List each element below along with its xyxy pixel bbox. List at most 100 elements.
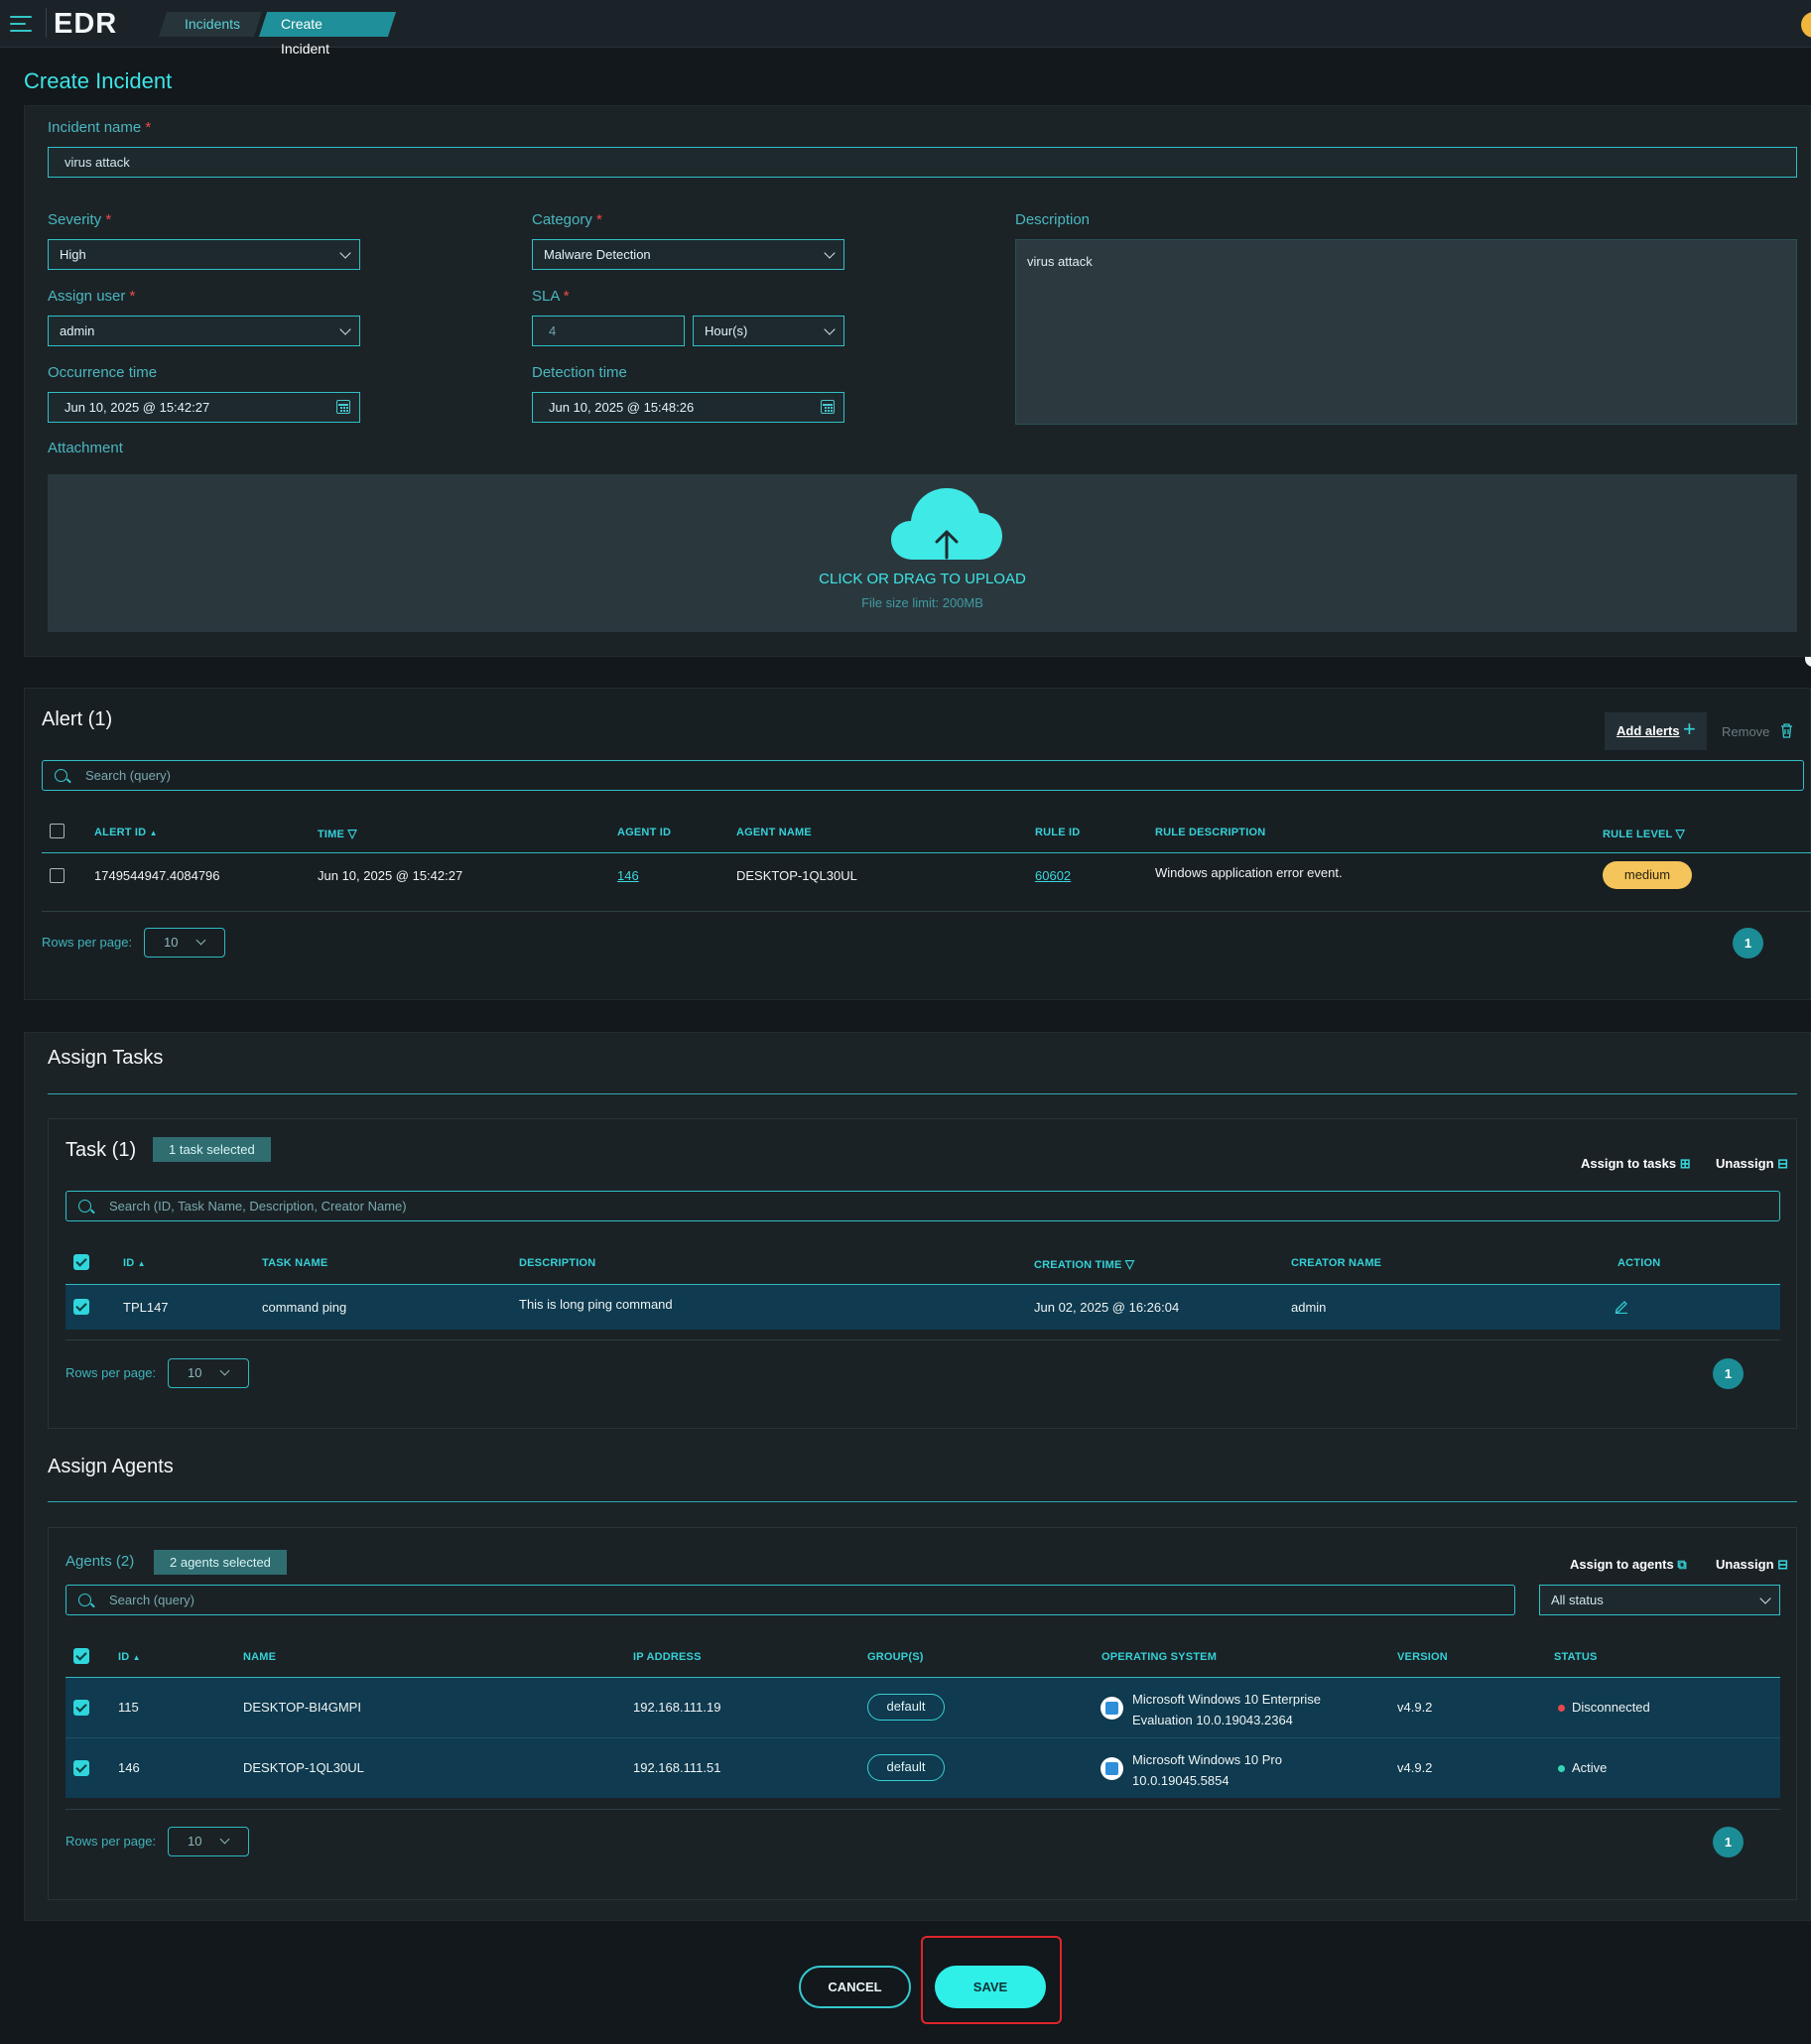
rows-per-page-label: Rows per page: <box>65 1834 157 1849</box>
ip-address-cell: 192.168.111.51 <box>633 1760 721 1775</box>
col-operating-system[interactable]: OPERATING SYSTEM <box>1101 1651 1217 1663</box>
col-alert-id[interactable]: ALERT ID ▲ <box>94 827 158 838</box>
agents-subpanel: Agents (2) 2 agents selected Assign to a… <box>48 1527 1797 1900</box>
category-select[interactable]: Malware Detection <box>532 239 844 270</box>
col-rule-description[interactable]: RULE DESCRIPTION <box>1155 827 1265 838</box>
assign-agents-title: Assign Agents <box>48 1456 174 1477</box>
table-row[interactable]: TPL147 command ping This is long ping co… <box>65 1285 1780 1330</box>
row-checkbox[interactable] <box>73 1760 89 1776</box>
group-badge: default <box>867 1694 945 1721</box>
select-all-checkbox[interactable] <box>73 1254 89 1270</box>
col-id[interactable]: ID ▲ <box>123 1257 146 1269</box>
table-row[interactable]: 1749544947.4084796 Jun 10, 2025 @ 15:42:… <box>42 853 1811 898</box>
search-icon <box>78 1594 91 1606</box>
alert-search-input[interactable]: Search (query) <box>42 760 1804 791</box>
row-checkbox[interactable] <box>73 1700 89 1716</box>
add-alerts-button[interactable]: Add alerts + <box>1605 712 1707 750</box>
col-time[interactable]: TIME ▽ <box>318 827 357 840</box>
table-row[interactable]: 115 DESKTOP-BI4GMPI 192.168.111.19 defau… <box>65 1678 1780 1737</box>
page-1-button[interactable]: 1 <box>1713 1827 1744 1857</box>
col-creation-time[interactable]: CREATION TIME ▽ <box>1034 1257 1134 1271</box>
col-version[interactable]: VERSION <box>1397 1651 1448 1663</box>
cancel-button[interactable]: CANCEL <box>799 1966 911 2008</box>
description-textarea[interactable]: virus attack <box>1015 239 1797 425</box>
unassign-agents-button[interactable]: Unassign ⊟ <box>1716 1557 1788 1573</box>
creation-time-cell: Jun 02, 2025 @ 16:26:04 <box>1034 1300 1180 1315</box>
incident-name-input[interactable]: virus attack <box>48 147 1797 178</box>
rule-id-link[interactable]: 60602 <box>1035 868 1071 883</box>
agent-id-cell: 146 <box>118 1760 140 1775</box>
edit-icon[interactable] <box>1615 1299 1628 1314</box>
col-description[interactable]: DESCRIPTION <box>519 1257 595 1269</box>
agent-id-link[interactable]: 146 <box>617 868 639 883</box>
breadcrumb-create-incident: Create Incident <box>258 12 397 57</box>
select-all-checkbox[interactable] <box>50 824 65 838</box>
task-search-input[interactable]: Search (ID, Task Name, Description, Crea… <box>65 1191 1780 1221</box>
severity-select[interactable]: High <box>48 239 360 270</box>
occurrence-time-input[interactable]: Jun 10, 2025 @ 15:42:27 <box>48 392 360 423</box>
rows-per-page-label: Rows per page: <box>65 1365 157 1380</box>
sla-value-input[interactable]: 4 <box>532 316 685 346</box>
agent-search-input[interactable]: Search (query) <box>65 1585 1515 1615</box>
col-id[interactable]: ID ▲ <box>118 1651 141 1663</box>
page-title: Create Incident <box>24 68 173 93</box>
sla-unit-select[interactable]: Hour(s) <box>693 316 844 346</box>
save-button[interactable]: SAVE <box>935 1966 1046 2008</box>
rows-per-page-select[interactable]: 10 <box>168 1827 249 1856</box>
avatar[interactable] <box>1801 12 1811 38</box>
agent-name-cell: DESKTOP-1QL30UL <box>243 1760 364 1775</box>
col-ip-address[interactable]: IP ADDRESS <box>633 1651 702 1663</box>
task-title: Task (1) <box>65 1139 137 1161</box>
col-rule-id[interactable]: RULE ID <box>1035 827 1080 838</box>
assign-icon: ⊞ <box>1679 1156 1691 1171</box>
assign-to-agents-button[interactable]: Assign to agents ⧉ <box>1570 1557 1687 1573</box>
page-1-button[interactable]: 1 <box>1713 1358 1744 1389</box>
col-agent-name[interactable]: AGENT NAME <box>736 827 812 838</box>
col-status[interactable]: STATUS <box>1554 1651 1598 1663</box>
col-task-name[interactable]: TASK NAME <box>262 1257 327 1269</box>
divider <box>42 911 1811 912</box>
unassign-tasks-button[interactable]: Unassign ⊟ <box>1716 1156 1788 1172</box>
page-1-button[interactable]: 1 <box>1733 928 1763 958</box>
calendar-icon[interactable] <box>336 400 350 414</box>
rows-per-page-select[interactable]: 10 <box>144 928 225 958</box>
chevron-down-icon <box>824 323 836 335</box>
col-groups[interactable]: GROUP(S) <box>867 1651 924 1663</box>
windows-icon <box>1100 1757 1123 1780</box>
status-dot <box>1558 1705 1565 1712</box>
severity-label: Severity * <box>48 211 112 228</box>
menu-icon[interactable] <box>10 13 34 35</box>
group-badge: default <box>867 1754 945 1781</box>
task-id-cell: TPL147 <box>123 1300 169 1315</box>
assign-user-select[interactable]: admin <box>48 316 360 346</box>
version-cell: v4.9.2 <box>1397 1700 1433 1715</box>
divider <box>65 1340 1780 1341</box>
remove-alerts-button[interactable]: Remove <box>1722 724 1769 739</box>
row-checkbox[interactable] <box>73 1299 89 1315</box>
selected-badge: 1 task selected <box>153 1137 271 1162</box>
row-checkbox[interactable] <box>50 868 65 883</box>
select-all-checkbox[interactable] <box>73 1648 89 1664</box>
incident-form-panel: Incident name * virus attack Severity * … <box>24 105 1811 657</box>
category-label: Category * <box>532 211 602 228</box>
divider <box>65 1809 1780 1810</box>
col-agent-id[interactable]: AGENT ID <box>617 827 671 838</box>
col-rule-level[interactable]: RULE LEVEL ▽ <box>1603 827 1685 840</box>
detection-time-label: Detection time <box>532 364 627 381</box>
agent-name-cell: DESKTOP-BI4GMPI <box>243 1700 361 1715</box>
col-creator-name[interactable]: CREATOR NAME <box>1291 1257 1381 1269</box>
rows-per-page-select[interactable]: 10 <box>168 1358 249 1388</box>
search-icon <box>55 769 67 782</box>
col-name[interactable]: NAME <box>243 1651 276 1663</box>
table-row[interactable]: 146 DESKTOP-1QL30UL 192.168.111.51 defau… <box>65 1738 1780 1798</box>
breadcrumb-incidents[interactable]: Incidents <box>158 12 263 37</box>
calendar-icon[interactable] <box>821 400 835 414</box>
rule-description-cell: Windows application error event. <box>1155 865 1343 880</box>
status-filter-select[interactable]: All status <box>1539 1585 1780 1615</box>
trash-icon <box>1781 723 1792 738</box>
detection-time-input[interactable]: Jun 10, 2025 @ 15:48:26 <box>532 392 844 423</box>
os-cell: Microsoft Windows 10 Pro 10.0.19045.5854 <box>1132 1752 1282 1788</box>
assign-to-tasks-button[interactable]: Assign to tasks ⊞ <box>1581 1156 1691 1172</box>
upload-dropzone[interactable]: CLICK OR DRAG TO UPLOAD File size limit:… <box>48 474 1797 632</box>
chevron-down-icon <box>339 323 351 335</box>
